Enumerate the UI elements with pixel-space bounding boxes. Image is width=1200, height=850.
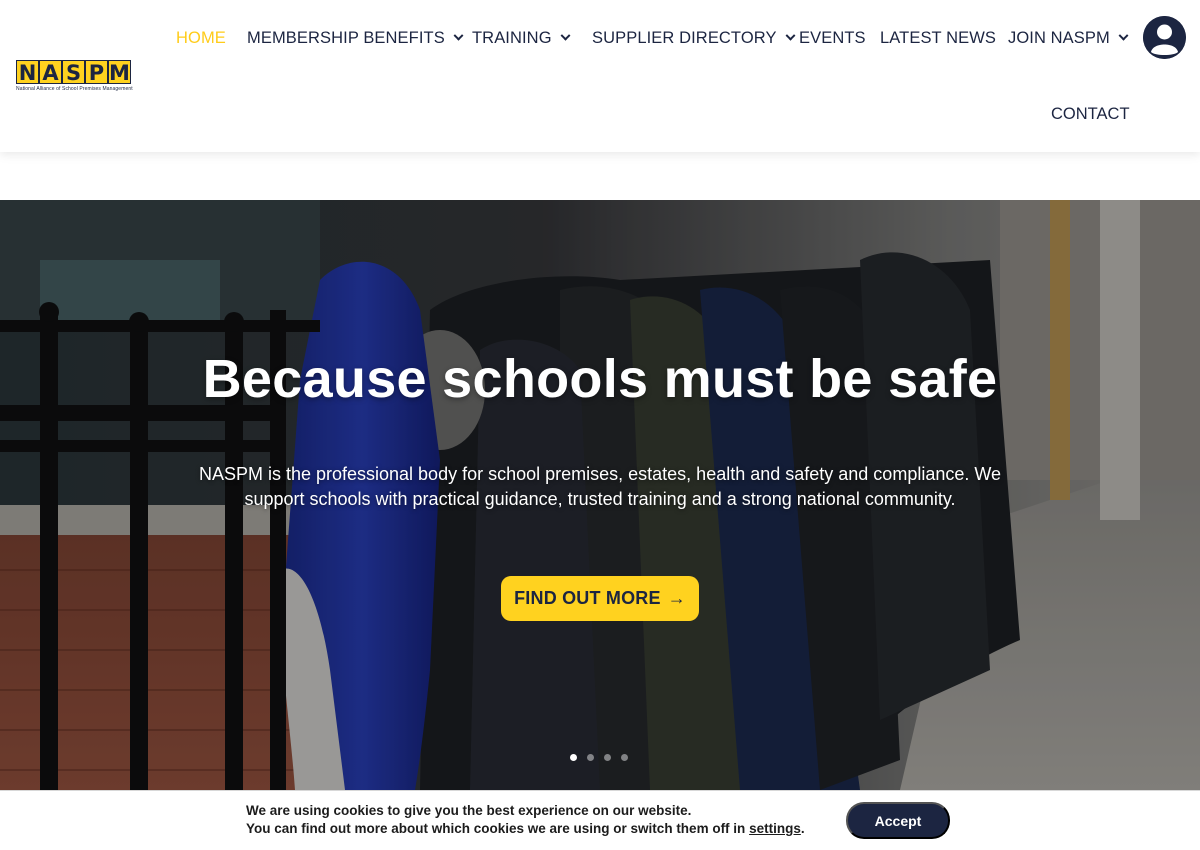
nav-item-label: TRAINING bbox=[472, 28, 552, 47]
chevron-down-icon bbox=[785, 30, 796, 41]
chevron-down-icon bbox=[560, 30, 571, 41]
cookie-message: We are using cookies to give you the bes… bbox=[246, 802, 826, 838]
logo-letters: N A S P M bbox=[16, 60, 132, 85]
nav-item-contact[interactable]: CONTACT bbox=[1051, 102, 1130, 126]
nav-item-training[interactable]: TRAINING bbox=[472, 26, 571, 50]
nav-item-label: CONTACT bbox=[1051, 104, 1130, 123]
nav-item-join-naspm[interactable]: JOIN NASPM bbox=[1008, 26, 1129, 50]
nav-item-label: EVENTS bbox=[799, 28, 866, 47]
nav-item-label: LATEST NEWS bbox=[880, 28, 997, 47]
user-circle-icon[interactable] bbox=[1143, 16, 1186, 59]
slider-dot[interactable] bbox=[621, 754, 628, 761]
nav-item-membership-benefits[interactable]: MEMBERSHIP BENEFITS bbox=[247, 26, 464, 50]
cookie-line-2-text: You can find out more about which cookie… bbox=[246, 821, 750, 836]
slider-pagination bbox=[570, 754, 628, 761]
logo-tagline: National Alliance of School Premises Man… bbox=[16, 86, 133, 92]
nav-item-label: HOME bbox=[176, 28, 226, 47]
hero-description: NASPM is the professional body for schoo… bbox=[198, 464, 1002, 509]
cookie-line-2: You can find out more about which cookie… bbox=[246, 820, 826, 838]
logo-letter: N bbox=[16, 60, 39, 85]
site-header: N A S P M National Alliance of School Pr… bbox=[0, 0, 1200, 152]
cookie-line-2-end: . bbox=[800, 821, 805, 836]
find-out-more-button[interactable]: FIND OUT MORE → bbox=[501, 576, 699, 621]
nav-item-home[interactable]: HOME bbox=[176, 26, 226, 50]
arrow-right-icon: → bbox=[667, 588, 686, 608]
cookie-settings-link[interactable]: settings bbox=[749, 821, 801, 836]
naspm-logo[interactable]: N A S P M National Alliance of School Pr… bbox=[16, 60, 133, 92]
hero-title: Because schools must be safe bbox=[202, 349, 998, 409]
nav-item-label: JOIN NASPM bbox=[1008, 28, 1110, 47]
slider-dot[interactable] bbox=[570, 754, 577, 761]
nav-item-label: SUPPLIER DIRECTORY bbox=[592, 28, 777, 47]
chevron-down-icon bbox=[1118, 30, 1129, 41]
logo-letter: P bbox=[85, 60, 108, 85]
logo-letter: S bbox=[62, 60, 85, 85]
find-out-more-label: FIND OUT MORE bbox=[514, 588, 661, 608]
slider-dot[interactable] bbox=[604, 754, 611, 761]
main-nav: HOME MEMBERSHIP BENEFITS TRAINING SUPPLI… bbox=[0, 26, 1200, 50]
hero-slider: Because schools must be safe NASPM is th… bbox=[0, 200, 1200, 790]
cookie-consent-bar: We are using cookies to give you the bes… bbox=[0, 790, 1200, 850]
nav-item-supplier-directory[interactable]: SUPPLIER DIRECTORY bbox=[592, 26, 796, 50]
accept-cookies-button[interactable]: Accept bbox=[846, 802, 950, 839]
logo-letter: M bbox=[108, 60, 131, 85]
nav-item-events[interactable]: EVENTS bbox=[799, 26, 866, 50]
nav-item-label: MEMBERSHIP BENEFITS bbox=[247, 28, 445, 47]
cookie-line-1: We are using cookies to give you the bes… bbox=[246, 803, 692, 818]
chevron-down-icon bbox=[453, 30, 464, 41]
logo-letter: A bbox=[39, 60, 62, 85]
slider-dot[interactable] bbox=[587, 754, 594, 761]
nav-item-latest-news[interactable]: LATEST NEWS bbox=[880, 26, 996, 50]
